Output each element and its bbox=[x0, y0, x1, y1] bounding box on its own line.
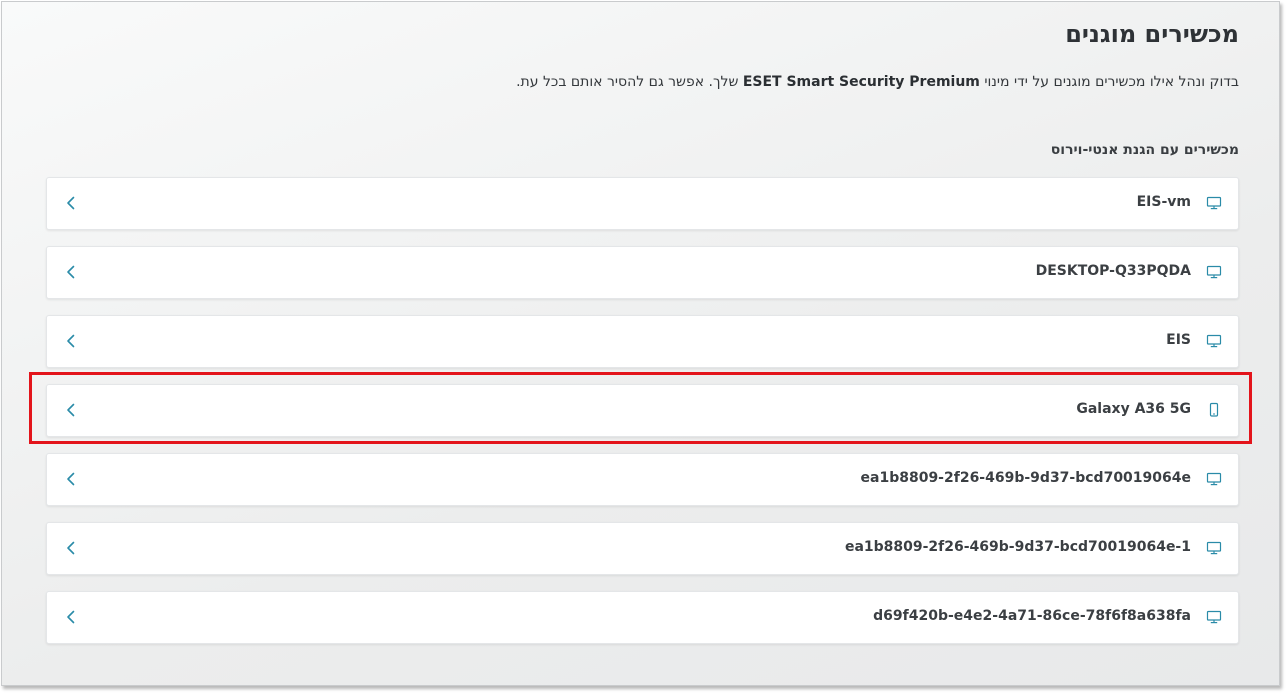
device-name: DESKTOP-Q33PQDA bbox=[1035, 263, 1191, 279]
protected-devices-window: מכשירים מוגנים בדוק ונהל אילו מכשירים מו… bbox=[1, 1, 1280, 686]
device-row[interactable]: EIS bbox=[46, 315, 1239, 368]
chevron-left-icon bbox=[67, 265, 75, 279]
description-text-start: בדוק ונהל אילו מכשירים מוגנים על ידי מינ… bbox=[979, 74, 1239, 90]
monitor-icon bbox=[1206, 196, 1222, 210]
chevron-left-icon bbox=[67, 610, 75, 624]
monitor-icon bbox=[1206, 265, 1222, 279]
chevron-left-icon bbox=[67, 196, 75, 210]
device-name: d69f420b-e4e2-4a71-86ce-78f6f8a638fa bbox=[873, 608, 1191, 624]
monitor-icon bbox=[1206, 472, 1222, 486]
chevron-left-icon bbox=[67, 334, 75, 348]
device-row[interactable]: ea1b8809-2f26-469b-9d37-bcd70019064e-1 bbox=[46, 522, 1239, 575]
chevron-left-icon bbox=[67, 541, 75, 555]
device-row[interactable]: d69f420b-e4e2-4a71-86ce-78f6f8a638fa bbox=[46, 591, 1239, 644]
device-row[interactable]: Galaxy A36 5G bbox=[46, 384, 1239, 437]
monitor-icon bbox=[1206, 541, 1222, 555]
product-name: ESET Smart Security Premium bbox=[742, 74, 980, 90]
device-name: ea1b8809-2f26-469b-9d37-bcd70019064e-1 bbox=[844, 539, 1191, 555]
device-row[interactable]: EIS-vm bbox=[46, 177, 1239, 230]
device-name: EIS bbox=[1166, 332, 1191, 348]
monitor-icon bbox=[1206, 610, 1222, 624]
monitor-icon bbox=[1206, 334, 1222, 348]
chevron-left-icon bbox=[67, 403, 75, 417]
device-name: Galaxy A36 5G bbox=[1076, 401, 1191, 417]
device-name: ea1b8809-2f26-469b-9d37-bcd70019064e bbox=[860, 470, 1191, 486]
phone-icon bbox=[1209, 402, 1219, 417]
device-name: EIS-vm bbox=[1136, 194, 1191, 210]
device-row[interactable]: ea1b8809-2f26-469b-9d37-bcd70019064e bbox=[46, 453, 1239, 506]
description-text-end: שלך. אפשר גם להסיר אותם בכל עת. bbox=[516, 74, 743, 90]
section-title: מכשירים עם הגנת אנטי-וירוס bbox=[1050, 142, 1239, 158]
chevron-left-icon bbox=[67, 472, 75, 486]
page-description: בדוק ונהל אילו מכשירים מוגנים על ידי מינ… bbox=[491, 72, 1239, 93]
page-title: מכשירים מוגנים bbox=[1065, 20, 1239, 48]
device-row[interactable]: DESKTOP-Q33PQDA bbox=[46, 246, 1239, 299]
